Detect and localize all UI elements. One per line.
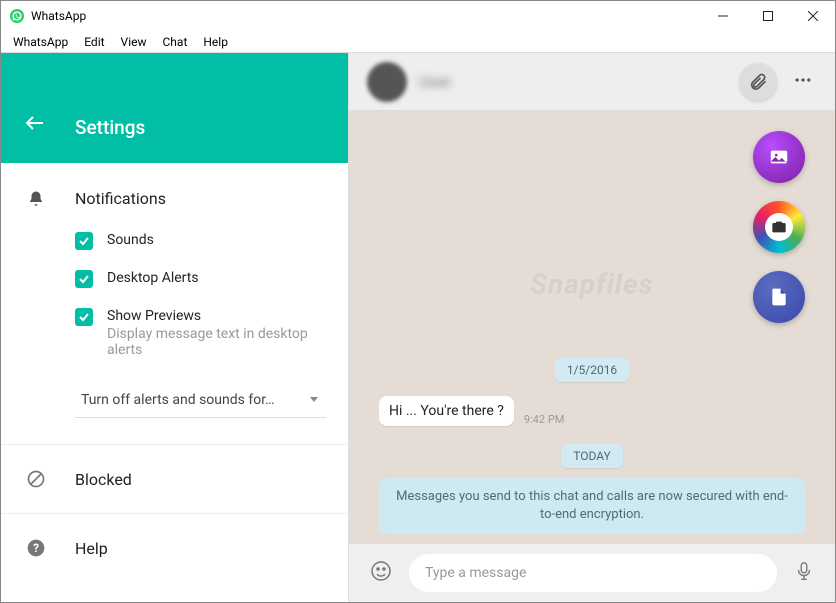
blocked-item[interactable]: Blocked <box>1 444 348 513</box>
window-titlebar: WhatsApp <box>1 1 835 31</box>
chat-header: User <box>349 53 835 111</box>
attach-button[interactable] <box>739 63 777 101</box>
sounds-option: Sounds <box>1 222 348 260</box>
whatsapp-logo-icon <box>9 8 25 24</box>
chat-body: Snapfiles 1/5/2016 Hi ... You're there ?… <box>349 111 835 544</box>
settings-header: Settings <box>1 53 348 163</box>
today-chip: TODAY <box>561 444 623 468</box>
show-previews-checkbox[interactable] <box>75 308 93 326</box>
show-previews-label: Show Previews <box>107 308 326 324</box>
menu-bar: WhatsApp Edit View Chat Help <box>1 31 835 53</box>
contact-name[interactable]: User <box>419 72 739 91</box>
message-row: Hi ... You're there ? 9:42 PM <box>379 396 805 426</box>
watermark: Snapfiles <box>530 268 653 301</box>
message-input[interactable] <box>409 554 777 592</box>
settings-sidebar: Settings Notifications Sounds Desktop Al… <box>1 53 349 602</box>
gallery-fab[interactable] <box>753 131 805 183</box>
menu-dots-icon[interactable] <box>789 66 817 98</box>
window-controls <box>700 1 835 31</box>
menu-help[interactable]: Help <box>195 33 236 51</box>
encryption-notice: Messages you send to this chat and calls… <box>379 478 805 534</box>
chat-panel: User Snapfiles 1/5/2016 <box>349 53 835 602</box>
back-arrow-icon[interactable] <box>23 111 47 139</box>
camera-fab[interactable] <box>753 201 805 253</box>
bell-icon <box>23 190 49 208</box>
help-item[interactable]: ? Help <box>1 513 348 582</box>
sounds-checkbox[interactable] <box>75 232 93 250</box>
help-icon: ? <box>23 538 49 558</box>
settings-title: Settings <box>75 116 145 139</box>
maximize-button[interactable] <box>745 1 790 31</box>
message-time: 9:42 PM <box>524 413 564 426</box>
help-label: Help <box>75 539 108 558</box>
blocked-label: Blocked <box>75 470 132 489</box>
message-bubble: Hi ... You're there ? <box>379 396 514 426</box>
attachment-menu <box>753 131 805 323</box>
menu-edit[interactable]: Edit <box>76 33 112 51</box>
document-fab[interactable] <box>753 271 805 323</box>
avatar[interactable] <box>367 62 407 102</box>
turn-off-label: Turn off alerts and sounds for… <box>81 392 274 408</box>
menu-chat[interactable]: Chat <box>155 33 196 51</box>
desktop-alerts-checkbox[interactable] <box>75 270 93 288</box>
turn-off-dropdown[interactable]: Turn off alerts and sounds for… <box>75 382 326 418</box>
desktop-alerts-label: Desktop Alerts <box>107 270 199 286</box>
menu-whatsapp[interactable]: WhatsApp <box>5 33 76 51</box>
composer <box>349 544 835 602</box>
date-chip: 1/5/2016 <box>555 358 629 382</box>
close-button[interactable] <box>790 1 835 31</box>
show-previews-option: Show Previews Display message text in de… <box>1 298 348 368</box>
sounds-label: Sounds <box>107 232 154 248</box>
desktop-alerts-option: Desktop Alerts <box>1 260 348 298</box>
minimize-button[interactable] <box>700 1 745 31</box>
notifications-section: Notifications Sounds Desktop Alerts Show… <box>1 163 348 444</box>
emoji-icon[interactable] <box>363 553 399 593</box>
mic-icon[interactable] <box>787 554 821 592</box>
blocked-icon <box>23 469 49 489</box>
menu-view[interactable]: View <box>113 33 155 51</box>
svg-text:?: ? <box>33 541 39 555</box>
notifications-title: Notifications <box>75 189 166 208</box>
show-previews-desc: Display message text in desktop alerts <box>107 326 326 358</box>
chevron-down-icon <box>308 390 320 409</box>
window-title: WhatsApp <box>31 9 700 23</box>
